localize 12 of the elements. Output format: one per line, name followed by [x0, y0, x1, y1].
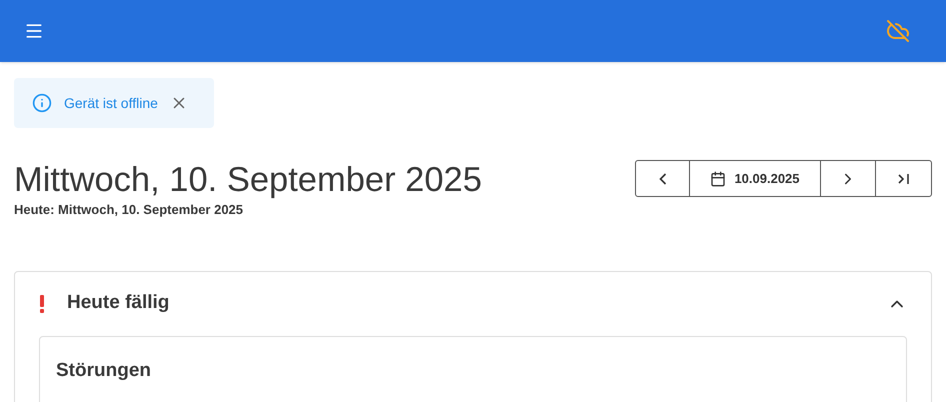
- exclamation-icon: [39, 294, 45, 312]
- section-title: Heute fällig: [67, 291, 170, 316]
- alert-message: Gerät ist offline: [64, 94, 158, 112]
- info-icon: [32, 93, 52, 113]
- chevron-left-icon: [658, 172, 666, 184]
- cloud-off-icon: [886, 19, 910, 43]
- calendar-icon: [710, 170, 726, 186]
- subsection-title: Störungen: [56, 358, 152, 382]
- today-subtitle: Heute: Mittwoch, 10. September 2025: [14, 201, 244, 219]
- date-picker-button[interactable]: 10.09.2025: [690, 161, 821, 196]
- date-title: Mittwoch, 10. September 2025: [14, 160, 482, 200]
- skip-to-end-icon: [896, 172, 912, 186]
